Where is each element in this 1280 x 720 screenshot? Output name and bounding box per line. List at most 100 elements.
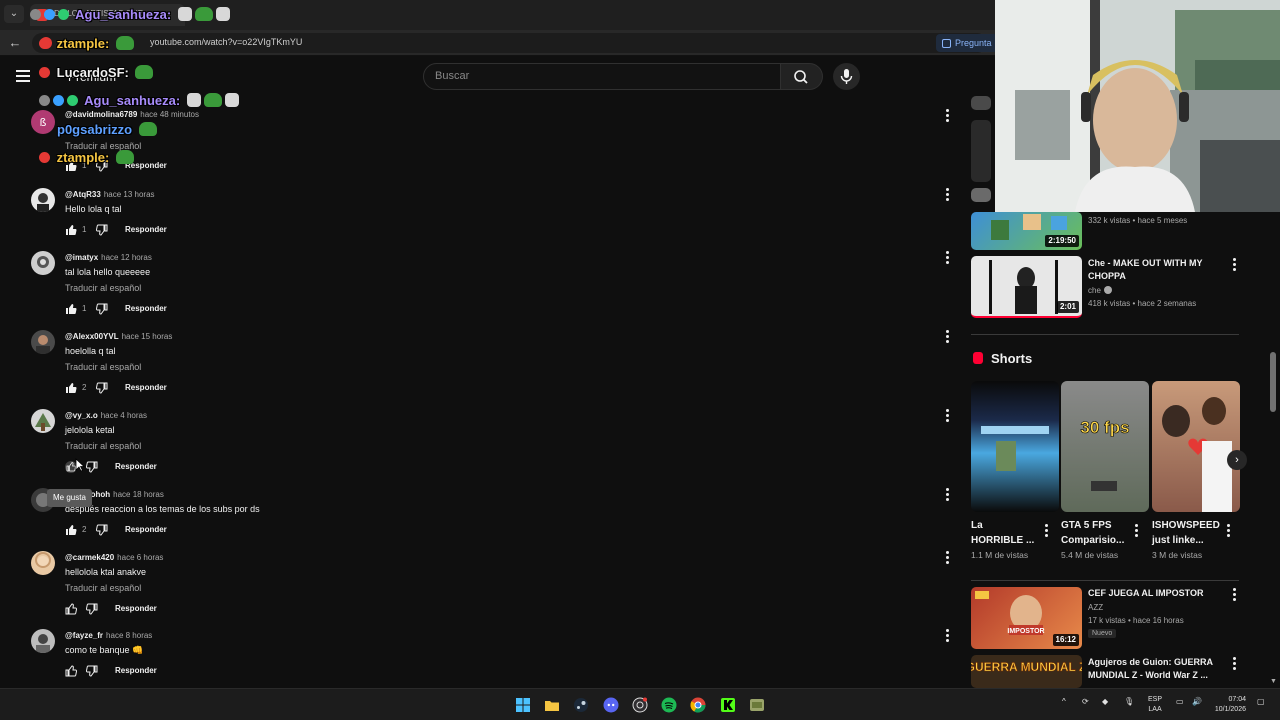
- video-title[interactable]: Che - MAKE OUT WITH MY CHOPPA: [1088, 257, 1218, 283]
- notification-icon[interactable]: ▢: [1257, 697, 1265, 706]
- dislike-icon[interactable]: [96, 224, 108, 236]
- translate-link[interactable]: Traducir al español: [65, 583, 141, 593]
- chrome-icon[interactable]: [690, 697, 706, 713]
- voice-search-button[interactable]: [833, 63, 860, 90]
- comment-more-icon[interactable]: [944, 251, 950, 265]
- video-title[interactable]: CEF JUEGA AL IMPOSTOR: [1088, 587, 1218, 600]
- discord-icon[interactable]: [603, 697, 619, 713]
- like-icon[interactable]: [65, 603, 77, 615]
- url-input[interactable]: youtube.com/watch?v=o22VIgTKmYU: [32, 33, 987, 53]
- file-explorer-icon[interactable]: [544, 697, 560, 713]
- avatar[interactable]: [31, 629, 55, 653]
- volume-icon[interactable]: 🔊: [1192, 697, 1202, 706]
- avatar[interactable]: [31, 551, 55, 575]
- reply-button[interactable]: Responder: [125, 304, 167, 313]
- obs-icon[interactable]: [632, 697, 648, 713]
- scroll-down-icon[interactable]: ▼: [1270, 678, 1277, 685]
- video-more-icon[interactable]: [1231, 588, 1237, 602]
- video-thumbnail[interactable]: IMPOSTOR 16:12: [971, 587, 1082, 649]
- reply-button[interactable]: Responder: [125, 383, 167, 392]
- short-thumbnail[interactable]: [1152, 381, 1240, 512]
- search-input[interactable]: Buscar: [423, 63, 781, 90]
- translate-link[interactable]: Traducir al español: [65, 441, 141, 451]
- clock[interactable]: 07:04 10/1/2026: [1212, 695, 1246, 715]
- video-thumbnail[interactable]: [971, 188, 991, 202]
- avatar[interactable]: [31, 330, 55, 354]
- video-channel[interactable]: AZZ: [1088, 603, 1103, 612]
- short-thumbnail[interactable]: 30 fps: [1061, 381, 1149, 512]
- comment-author[interactable]: @vy_x.o hace 4 horas: [65, 411, 147, 420]
- menu-icon[interactable]: [16, 70, 30, 82]
- reply-button[interactable]: Responder: [125, 225, 167, 234]
- short-more-icon[interactable]: [1133, 524, 1139, 538]
- back-arrow-icon[interactable]: ←: [6, 34, 24, 52]
- like-icon[interactable]: [65, 303, 77, 315]
- sync-icon[interactable]: ⟳: [1082, 697, 1089, 706]
- dislike-icon[interactable]: [96, 382, 108, 394]
- like-icon[interactable]: [65, 665, 77, 677]
- video-more-icon[interactable]: [1231, 258, 1237, 272]
- reply-button[interactable]: Responder: [115, 462, 157, 471]
- short-title[interactable]: GTA 5 FPS Comparisio...: [1061, 518, 1126, 548]
- dislike-icon[interactable]: [96, 303, 108, 315]
- avatar[interactable]: [31, 251, 55, 275]
- like-icon[interactable]: [65, 382, 77, 394]
- video-title[interactable]: Agujeros de Guion: GUERRA MUNDIAL Z - Wo…: [1088, 656, 1218, 682]
- page-scrollbar[interactable]: [1270, 352, 1276, 412]
- comment-more-icon[interactable]: [944, 488, 950, 502]
- tray-overflow-icon[interactable]: ^: [1062, 697, 1066, 706]
- video-thumbnail[interactable]: [971, 96, 991, 110]
- spotify-icon[interactable]: [661, 697, 677, 713]
- comment-more-icon[interactable]: [944, 409, 950, 423]
- reply-button[interactable]: Responder: [125, 525, 167, 534]
- comment-more-icon[interactable]: [944, 330, 950, 344]
- short-title[interactable]: La HORRIBLE ...: [971, 518, 1036, 548]
- video-thumbnail[interactable]: 2:01: [971, 256, 1082, 318]
- microphone-tray-icon[interactable]: 🎙: [1124, 697, 1134, 706]
- avatar[interactable]: [31, 188, 55, 212]
- comment-item: @carmek420 hace 6 horas hellolola ktal an…: [0, 551, 960, 621]
- video-channel[interactable]: che: [1088, 286, 1112, 295]
- security-icon[interactable]: ◆: [1102, 697, 1108, 706]
- short-more-icon[interactable]: [1225, 524, 1231, 538]
- video-thumbnail[interactable]: GUERRA MUNDIAL Z: [971, 655, 1082, 688]
- short-more-icon[interactable]: [1043, 524, 1049, 538]
- comment-author[interactable]: @davidmolina6789 hace 48 minutos: [65, 110, 199, 119]
- short-thumbnail[interactable]: [971, 381, 1059, 512]
- video-thumbnail[interactable]: [971, 120, 991, 182]
- dislike-icon[interactable]: [96, 524, 108, 536]
- network-icon[interactable]: ▭: [1176, 697, 1184, 706]
- translate-link[interactable]: Traducir al español: [65, 283, 141, 293]
- comment-author[interactable]: @AtqR33 hace 13 horas: [65, 190, 155, 199]
- like-icon[interactable]: [65, 524, 77, 536]
- app-icon[interactable]: [749, 697, 765, 713]
- short-title[interactable]: ISHOWSPEED just linke...: [1152, 518, 1220, 548]
- video-more-icon[interactable]: [1231, 657, 1237, 671]
- tab-list-button[interactable]: ⌄: [4, 5, 24, 23]
- steam-icon[interactable]: [573, 697, 589, 713]
- dislike-icon[interactable]: [86, 665, 98, 677]
- comment-more-icon[interactable]: [944, 109, 950, 123]
- comment-author[interactable]: @Alexx00YVL hace 15 horas: [65, 332, 172, 341]
- language-indicator[interactable]: ESP LAA: [1148, 695, 1162, 715]
- like-icon[interactable]: [65, 224, 77, 236]
- comment-more-icon[interactable]: [944, 188, 950, 202]
- comment-author[interactable]: @imatyx hace 12 horas: [65, 253, 152, 262]
- search-button[interactable]: [781, 63, 823, 90]
- avatar[interactable]: ß: [31, 110, 55, 134]
- reply-button[interactable]: Responder: [115, 604, 157, 613]
- comment-author[interactable]: @fayze_fr hace 8 horas: [65, 631, 152, 640]
- comment-more-icon[interactable]: [944, 629, 950, 643]
- kick-icon[interactable]: [720, 697, 736, 713]
- video-thumbnail[interactable]: 2:19:50: [971, 212, 1082, 250]
- translate-link[interactable]: Traducir al español: [65, 362, 141, 372]
- shorts-next-button[interactable]: ›: [1227, 450, 1247, 470]
- windows-start-icon[interactable]: [515, 697, 531, 713]
- comment-author[interactable]: @carmek420 hace 6 horas: [65, 553, 163, 562]
- comment-more-icon[interactable]: [944, 551, 950, 565]
- avatar[interactable]: [31, 409, 55, 433]
- dislike-icon[interactable]: [86, 461, 98, 473]
- ask-button[interactable]: Pregunta: [936, 34, 998, 52]
- dislike-icon[interactable]: [86, 603, 98, 615]
- reply-button[interactable]: Responder: [115, 666, 157, 675]
